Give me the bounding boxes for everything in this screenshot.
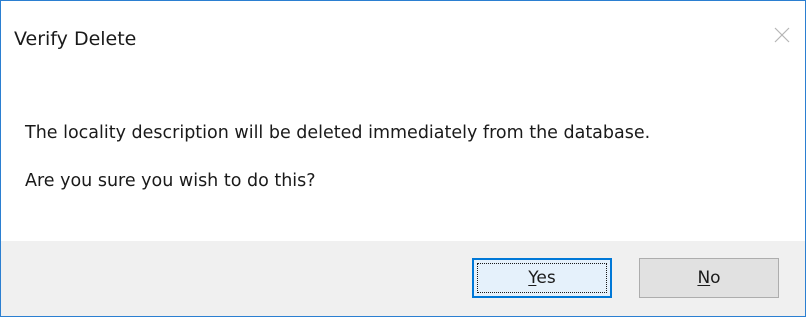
yes-label-rest: es [536,268,556,288]
no-label-rest: o [710,268,721,288]
close-icon [774,27,790,43]
button-bar: Yes No [1,241,805,316]
no-button-label: No [697,268,720,288]
title-bar: Verify Delete [1,1,805,73]
dialog-title: Verify Delete [14,28,137,50]
yes-button[interactable]: Yes [472,258,612,298]
message-line-2: Are you sure you wish to do this? [25,171,316,191]
dialog-content: The locality description will be deleted… [1,73,805,241]
close-button[interactable] [759,15,805,55]
verify-delete-dialog: Verify Delete The locality description w… [0,0,806,317]
no-accelerator-key: N [697,268,711,288]
yes-button-label: Yes [528,268,555,288]
message-line-1: The locality description will be deleted… [25,123,651,143]
no-button[interactable]: No [639,258,779,298]
